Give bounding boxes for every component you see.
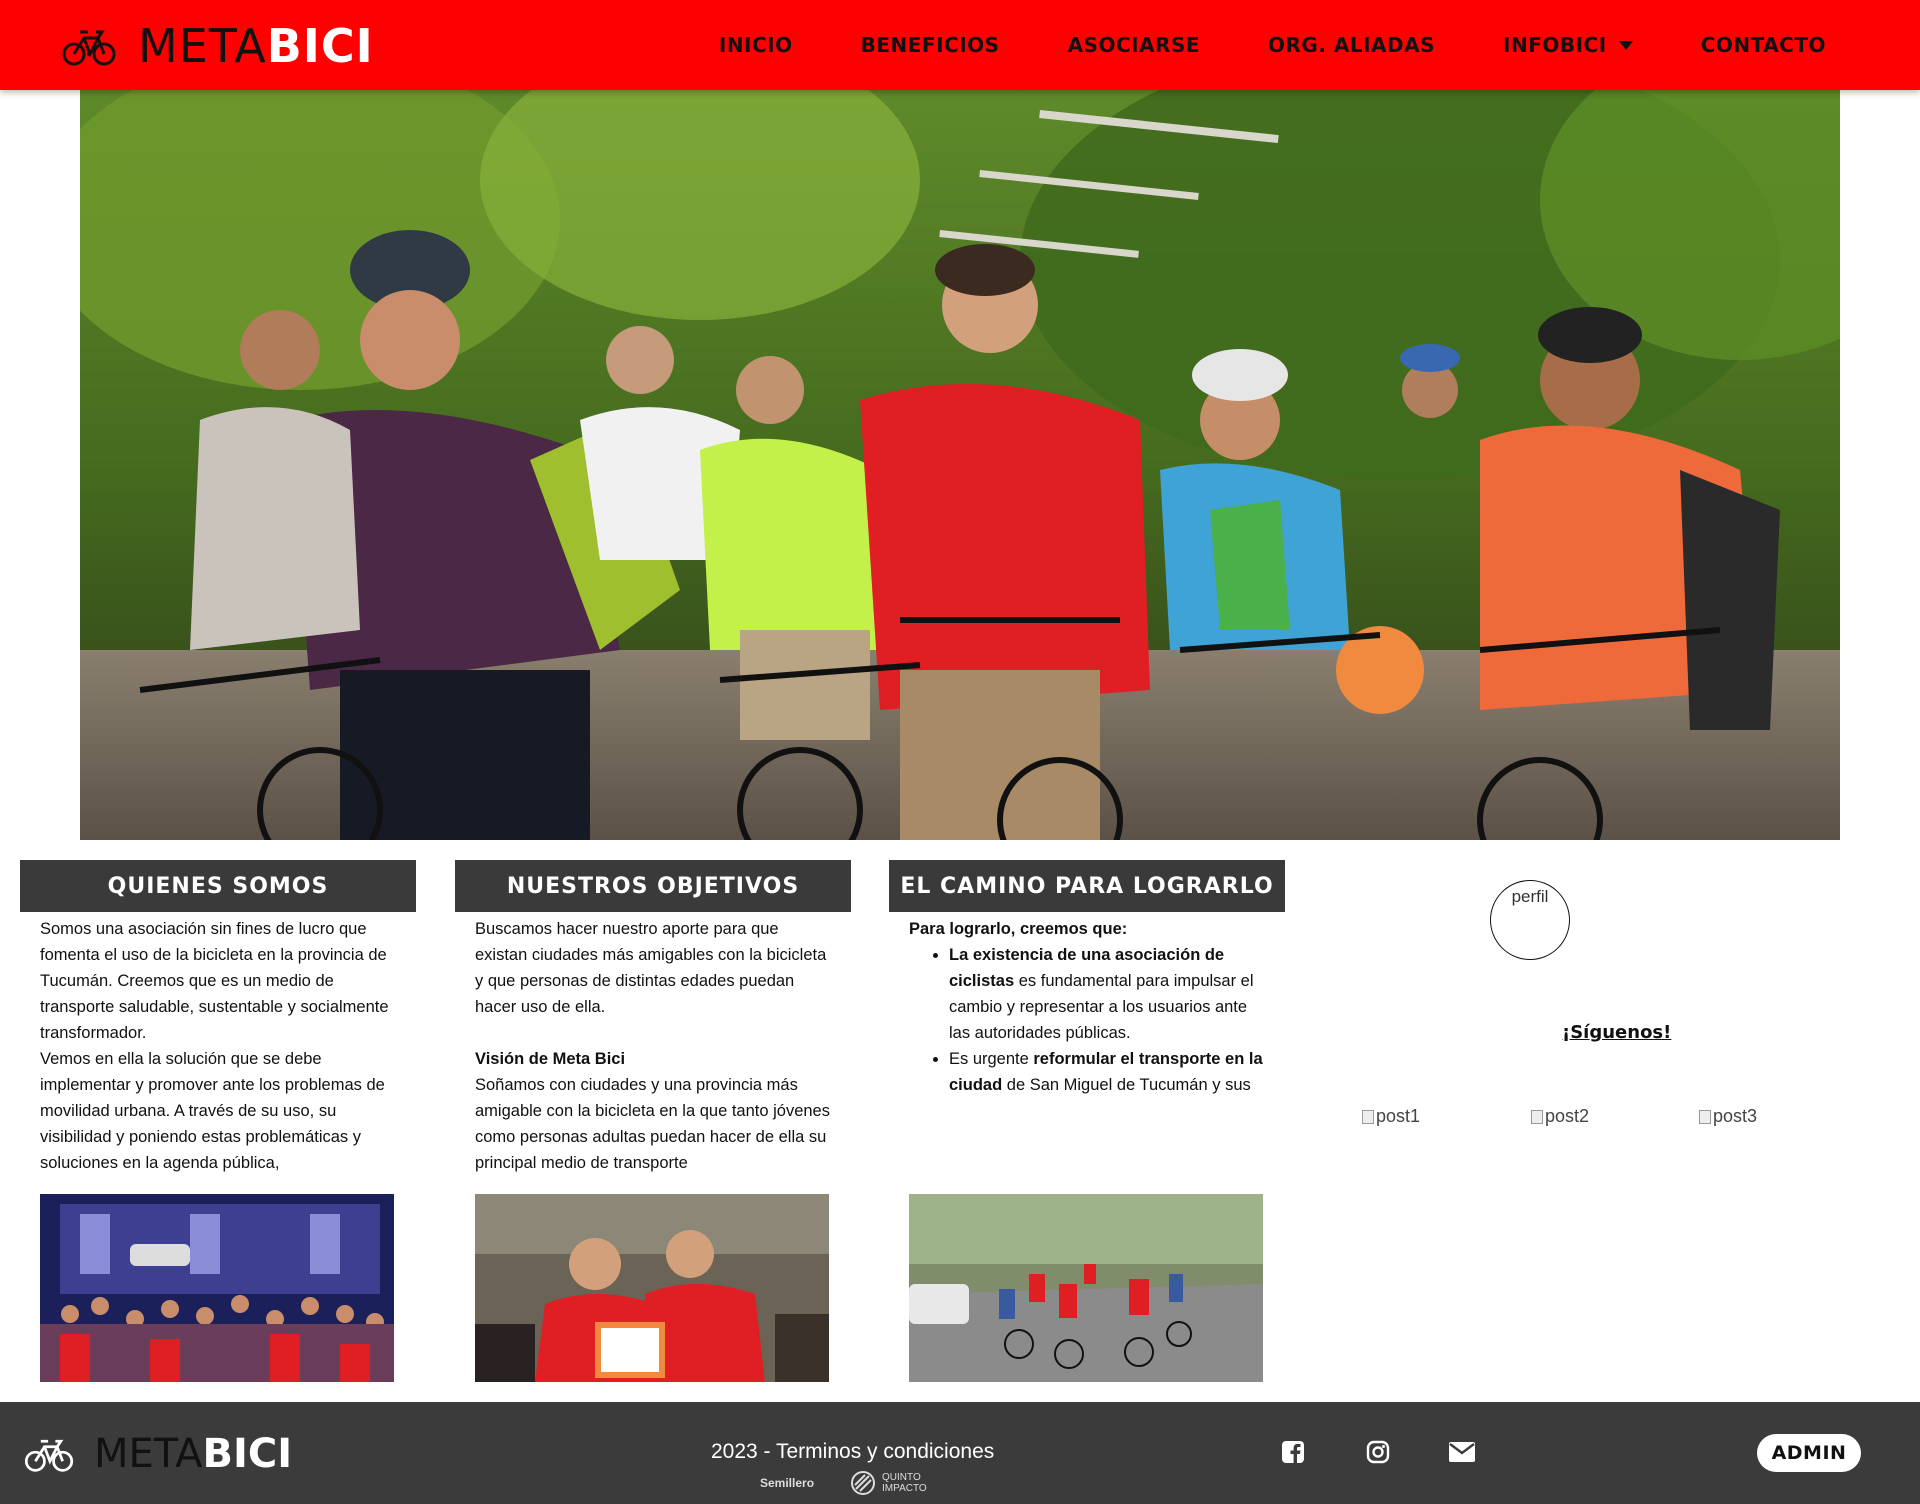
nav-contacto-label: CONTACTO [1700, 33, 1826, 57]
nav-beneficios[interactable]: BENEFICIOS [861, 33, 1000, 57]
nav-asociarse[interactable]: ASOCIARSE [1068, 33, 1200, 57]
site-logo[interactable]: METABICI [62, 18, 374, 74]
logo-bici: BICI [266, 19, 374, 73]
broken-image-icon [1531, 1109, 1543, 1124]
quinto-impacto-icon [851, 1471, 876, 1495]
nuestros-objetivos-text: Buscamos hacer nuestro aporte para que e… [455, 916, 851, 1174]
broken-image-icon [1699, 1109, 1711, 1124]
top-navbar: METABICI INICIO BENEFICIOS ASOCIARSE ORG… [0, 0, 1920, 90]
partner-logos: Semillero QUINTO IMPACTO [760, 1470, 927, 1496]
nav-contacto[interactable]: CONTACTO [1701, 33, 1826, 57]
facebook-icon[interactable] [1279, 1438, 1307, 1466]
post3-alt: post3 [1713, 1106, 1758, 1126]
camino-b2-rest: de San Miguel de Tucumán y sus [1002, 1076, 1251, 1094]
quienes-somos-p1: Somos una asociación sin fines de lucro … [40, 920, 389, 1042]
list-item: Es urgente reformular el transporte en l… [949, 1046, 1265, 1098]
objetivos-p1: Buscamos hacer nuestro aporte para que e… [475, 920, 827, 1016]
camino-b2-pre: Es urgente [949, 1050, 1034, 1068]
footer-logo[interactable]: METABICI [24, 1432, 292, 1476]
quinto-label: QUINTO [882, 1472, 921, 1483]
nav-org-aliadas-label: ORG. ALIADAS [1268, 33, 1436, 57]
broken-image-icon [1362, 1109, 1374, 1124]
quienes-somos-title: QUIENES SOMOS [20, 860, 416, 912]
caret-down-icon [1618, 40, 1633, 50]
nuestros-objetivos-section: NUESTROS OBJETIVOS Buscamos hacer nuestr… [455, 860, 851, 1382]
logo-meta: META [138, 19, 267, 73]
nav-beneficios-label: BENEFICIOS [860, 33, 1000, 57]
footer-wordmark: METABICI [94, 1432, 292, 1476]
camino-text: Para lograrlo, creemos que: La existenci… [889, 916, 1285, 1174]
camino-intro: Para lograrlo, creemos que: [909, 920, 1128, 938]
nav-infobici-dropdown[interactable]: INFOBICI [1503, 33, 1633, 57]
bicycle-icon [62, 30, 116, 66]
bicycle-icon [24, 1439, 74, 1472]
quienes-somos-section: QUIENES SOMOS Somos una asociación sin f… [20, 860, 416, 1382]
main-menu: INICIO BENEFICIOS ASOCIARSE ORG. ALIADAS… [651, 0, 1826, 90]
profile-avatar[interactable]: perfil [1490, 880, 1570, 960]
camino-title: EL CAMINO PARA LOGRARLO [889, 860, 1285, 912]
activists-photo [475, 1194, 829, 1382]
impacto-label: IMPACTO [882, 1483, 927, 1494]
quinto-impacto-logo: QUINTO IMPACTO [850, 1470, 927, 1496]
nuestros-objetivos-title: NUESTROS OBJETIVOS [455, 860, 851, 912]
quienes-somos-p2: Vemos en ella la solución que se debe im… [40, 1050, 385, 1172]
instagram-post-3[interactable]: post3 [1699, 1106, 1757, 1127]
camino-section: EL CAMINO PARA LOGRARLO Para lograrlo, c… [889, 860, 1285, 1382]
admin-button[interactable]: ADMIN [1757, 1434, 1861, 1472]
email-icon[interactable] [1448, 1438, 1476, 1466]
site-footer: METABICI 2023 - Terminos y condiciones S… [0, 1402, 1920, 1504]
nav-org-aliadas[interactable]: ORG. ALIADAS [1268, 33, 1435, 57]
vision-p2: Soñamos con ciudades y una provincia más… [475, 1076, 830, 1172]
nav-asociarse-label: ASOCIARSE [1067, 33, 1201, 57]
footer-meta: META [94, 1431, 203, 1477]
post1-alt: post1 [1376, 1106, 1421, 1126]
follow-us-link[interactable]: ¡Síguenos! [1562, 1022, 1671, 1043]
nav-inicio-label: INICIO [718, 33, 793, 57]
nav-infobici-label: INFOBICI [1503, 33, 1607, 57]
post2-alt: post2 [1545, 1106, 1590, 1126]
nav-inicio[interactable]: INICIO [719, 33, 793, 57]
quienes-somos-text: Somos una asociación sin fines de lucro … [20, 916, 416, 1174]
group-photo-night [40, 1194, 394, 1382]
instagram-post-1[interactable]: post1 [1362, 1106, 1420, 1127]
copyright-terms-link[interactable]: 2023 - Terminos y condiciones [711, 1440, 994, 1464]
camino-list: La existencia de una asociación de cicli… [949, 942, 1265, 1098]
list-item: La existencia de una asociación de cicli… [949, 942, 1265, 1046]
vision-title: Visión de Meta Bici [475, 1050, 626, 1068]
instagram-icon[interactable] [1364, 1438, 1392, 1466]
semillero-logo: Semillero [760, 1476, 815, 1490]
footer-bici: BICI [202, 1431, 293, 1477]
street-ride-photo [909, 1194, 1263, 1382]
logo-wordmark: METABICI [138, 18, 374, 74]
avatar-alt-text: perfil [1511, 887, 1549, 906]
instagram-post-2[interactable]: post2 [1531, 1106, 1589, 1127]
hero-photo [80, 90, 1840, 840]
